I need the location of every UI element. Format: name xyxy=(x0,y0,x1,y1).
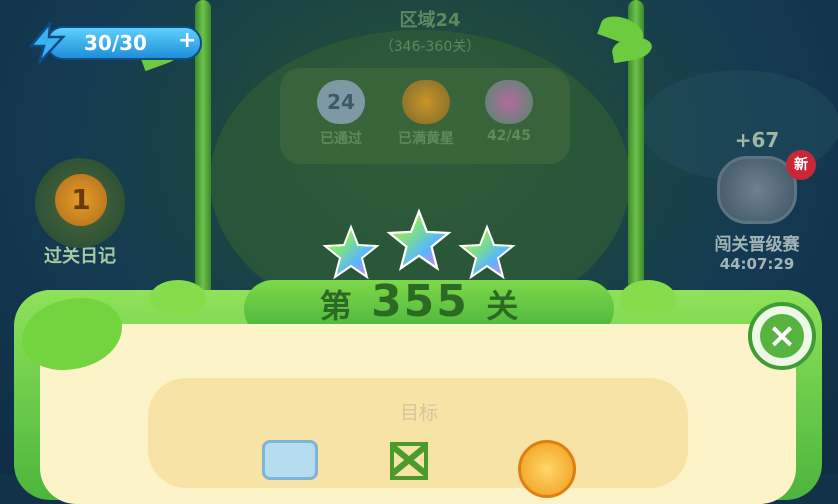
level-stars xyxy=(320,208,520,280)
diary-badge-number: 1 xyxy=(55,174,107,226)
rainbow-star-icon xyxy=(458,224,516,280)
orange-slice-icon xyxy=(518,440,576,498)
rainbow-star-icon xyxy=(485,80,533,124)
region-stat-label: 已满黄星 xyxy=(398,131,454,147)
rainbow-star-icon xyxy=(322,224,380,280)
close-icon: × xyxy=(767,316,797,356)
leaf-icon xyxy=(150,280,206,316)
goal-title: 目标 xyxy=(399,402,438,424)
rainbow-star-icon xyxy=(386,208,452,271)
level-title: 第 355 关 xyxy=(300,276,540,327)
level-number: 355 xyxy=(371,276,469,327)
region-stat-rainbow: 42/45 xyxy=(476,80,542,144)
gold-star-icon xyxy=(402,80,450,124)
promotion-event-label: 闯关晋级赛 xyxy=(714,235,800,255)
bonus-count: +67 xyxy=(734,128,780,152)
level-suffix: 关 xyxy=(486,287,521,325)
vine-cage-icon xyxy=(390,442,428,480)
region-range: （346-360关） xyxy=(379,39,481,55)
region-stat-gold: 已满黄星 xyxy=(388,80,464,148)
energy-value: 30/30 xyxy=(84,31,147,55)
region-stat-label: 42/45 xyxy=(486,128,532,144)
promotion-event-button[interactable]: +67 新 闯关晋级赛 44:07:29 xyxy=(692,128,822,273)
diary-badge: 1 xyxy=(35,158,125,248)
event-timer: 44:07:29 xyxy=(719,255,795,273)
ice-block-icon xyxy=(262,440,318,480)
lightning-icon xyxy=(28,22,66,64)
region-title: 区域24 xyxy=(399,10,461,31)
shield-icon xyxy=(717,156,797,224)
region-stat-label: 已通过 xyxy=(320,131,362,147)
add-energy-button[interactable]: + xyxy=(178,28,196,53)
level-prefix: 第 xyxy=(319,287,354,325)
leaf-icon xyxy=(620,280,676,318)
region-stat-passed: 24 已通过 xyxy=(308,80,374,148)
level-diary-button[interactable]: 1 过关日记 xyxy=(30,158,130,268)
energy-meter[interactable]: 30/30 + xyxy=(28,22,204,64)
close-button[interactable]: × xyxy=(748,302,816,370)
cloud-badge-icon: 24 xyxy=(317,80,365,124)
new-badge: 新 xyxy=(786,150,816,180)
